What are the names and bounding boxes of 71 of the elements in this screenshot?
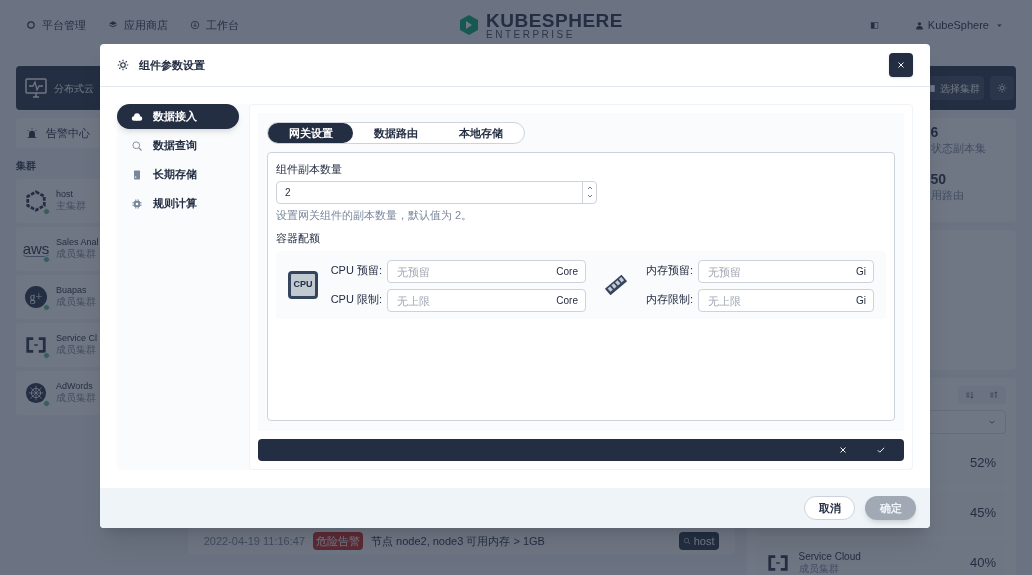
hexagon-logo-icon [458, 14, 480, 36]
tab[interactable]: 本地存储 [438, 123, 524, 143]
severity-tag: 危险告警 [313, 531, 363, 551]
unit-label: Core [556, 293, 578, 308]
sort-ascending-icon [989, 390, 999, 400]
tab[interactable]: 网关设置 [268, 123, 354, 143]
confirm-edit-button[interactable] [876, 445, 886, 455]
unit-label: Gi [856, 293, 866, 308]
logo-title: KUBESPHERE [486, 10, 623, 30]
field-value: 2 [285, 185, 292, 200]
cpu-chip-label: CPU [288, 270, 318, 299]
stat-value: 50 [930, 171, 948, 189]
section-heading: 集群 [16, 159, 37, 173]
close-button[interactable] [889, 53, 913, 77]
close-icon [896, 60, 906, 70]
ring-icon [26, 20, 36, 30]
user-icon [914, 20, 924, 30]
cluster-name: AdWords [56, 381, 94, 393]
theme-toggle-icon[interactable] [869, 20, 879, 30]
usage-percent: 45% [969, 504, 996, 523]
unit-label: Gi [856, 264, 866, 279]
nav-link[interactable]: 工作台 [190, 16, 239, 34]
chevron-down-icon [585, 192, 594, 200]
sort-descending-icon [965, 390, 975, 400]
cluster-name: host [56, 189, 74, 201]
logo-text: g+ [25, 286, 47, 308]
cluster-tag: host [678, 531, 719, 551]
close-icon [838, 445, 848, 455]
alert-message: 节点 node2, node3 可用内存 > 1GB [371, 533, 545, 549]
layers-icon [108, 20, 118, 30]
search-icon [682, 537, 691, 545]
drive-icon [131, 168, 143, 181]
cluster-name: Sales Anal [56, 237, 99, 249]
field-label: 内存预留: [644, 262, 693, 278]
chip-icon [131, 197, 143, 210]
cluster-name: Service Cloud [798, 550, 861, 563]
field-label: CPU 预留: [329, 262, 382, 278]
field-label: CPU 限制: [329, 291, 382, 307]
tab[interactable]: 数据路由 [353, 123, 439, 143]
section-label: 容器配额 [276, 231, 321, 246]
bracket-icon [25, 334, 47, 356]
nav-link[interactable]: 平台管理 [26, 16, 86, 34]
nav-link[interactable]: 应用商店 [108, 16, 168, 34]
download-icon [190, 20, 200, 30]
user-menu[interactable]: KubeSphere [914, 16, 1004, 34]
cluster-name: Service Cl [56, 333, 97, 345]
field-label: 内存限制: [644, 291, 693, 307]
cluster-name: Buapas [56, 285, 88, 297]
unit-label: Core [556, 264, 578, 279]
bracket-icon [766, 552, 789, 574]
alarm-icon [26, 127, 38, 139]
cancel-button[interactable]: 取消 [804, 496, 855, 520]
settings-icon [997, 83, 1007, 93]
hexagon-ring-icon [25, 190, 47, 212]
usage-percent: 52% [969, 454, 996, 473]
nav-item[interactable]: 数据接入 [117, 104, 239, 129]
check-icon [876, 445, 886, 455]
search-icon [131, 139, 143, 152]
monitor-icon [24, 76, 48, 100]
chevron-up-icon [585, 184, 594, 192]
dialog-title: 组件参数设置 [139, 57, 205, 73]
usage-percent: 40% [969, 554, 996, 573]
help-text: 设置网关组件的副本数量，默认值为 2。 [276, 207, 474, 223]
stat-value: 6 [930, 124, 940, 142]
logo-subtitle: ENTERPRISE [486, 29, 576, 40]
cancel-edit-button[interactable] [838, 445, 848, 455]
wheel-icon [25, 382, 47, 404]
cloud-upload-icon [131, 110, 143, 123]
field-label: 组件副本数量 [276, 162, 343, 177]
settings-icon [117, 59, 129, 71]
number-field[interactable]: 2 [276, 180, 597, 204]
